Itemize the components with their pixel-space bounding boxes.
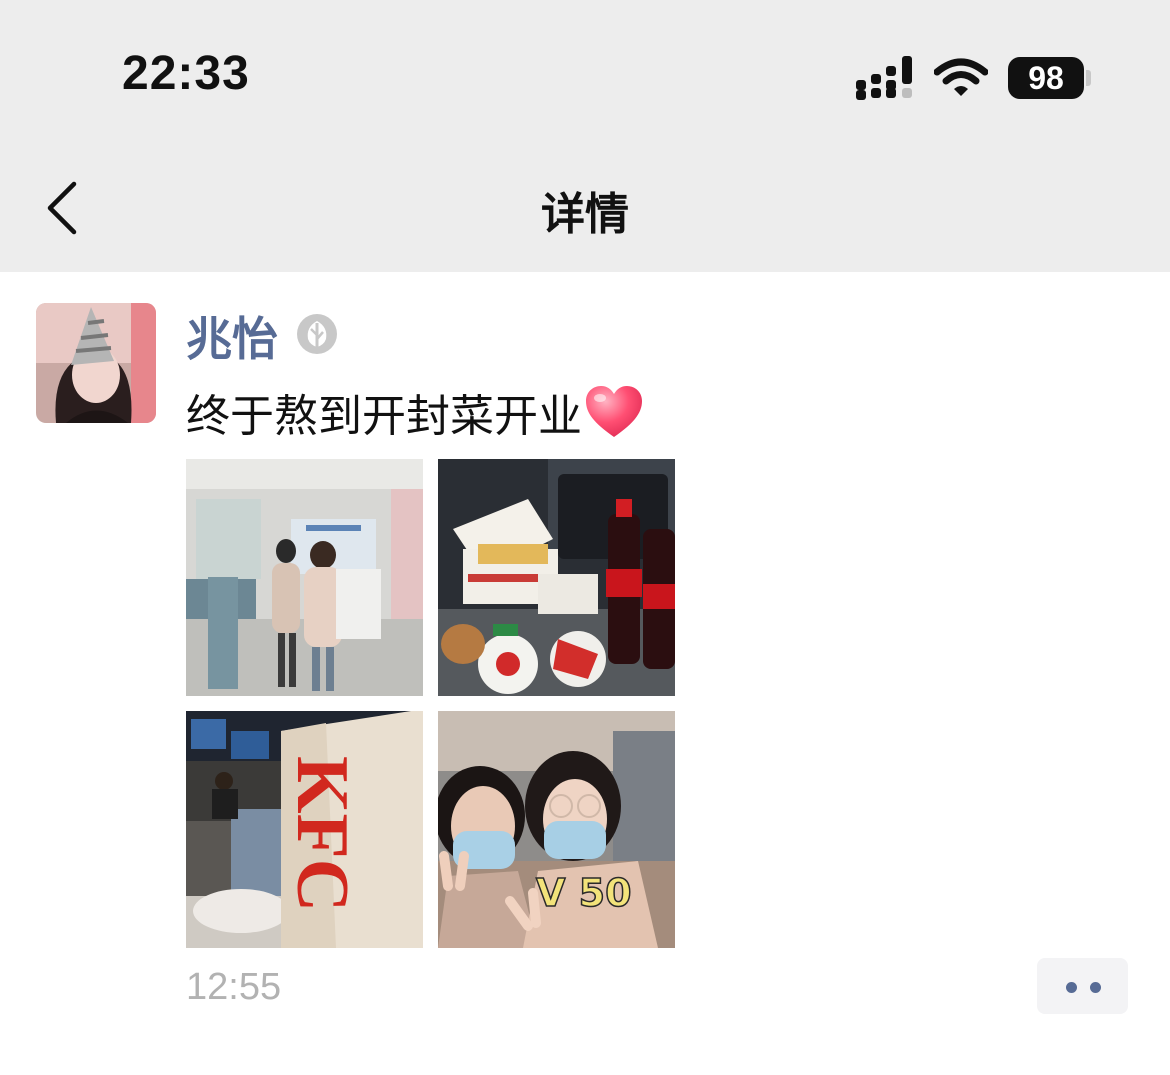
post-text-body: 终于熬到开封菜开业 bbox=[186, 391, 582, 442]
svg-text:KFC: KFC bbox=[281, 756, 363, 912]
photo-kfc-bag[interactable]: KFC bbox=[186, 711, 423, 948]
photo-grid: KFC V 50 bbox=[186, 459, 676, 949]
status-time: 22:33 bbox=[122, 47, 250, 100]
page-title: 详情 bbox=[541, 189, 629, 240]
photo-kfc-meal-cola[interactable] bbox=[438, 459, 675, 696]
more-dots-icon[interactable] bbox=[1037, 958, 1128, 1014]
wifi-icon bbox=[934, 58, 988, 96]
photo-selfie-v50[interactable]: V 50 bbox=[438, 711, 675, 948]
battery-tip bbox=[1086, 70, 1091, 86]
post-text: 终于熬到开封菜开业 bbox=[186, 380, 644, 444]
heart-emoji bbox=[586, 386, 642, 437]
leaf-badge-icon bbox=[297, 314, 337, 354]
photo-overlay-text: V 50 bbox=[536, 871, 632, 915]
post-time: 12:55 bbox=[186, 966, 282, 1008]
battery-icon: 98 bbox=[1008, 57, 1084, 99]
user-name[interactable]: 兆怡 bbox=[186, 303, 278, 369]
signal-icon bbox=[856, 56, 912, 100]
avatar[interactable] bbox=[36, 303, 156, 423]
nav-bar: 详情 bbox=[0, 140, 1170, 272]
status-bar: 22:33 98 bbox=[0, 0, 1170, 140]
photo-two-people-corridor[interactable] bbox=[186, 459, 423, 696]
